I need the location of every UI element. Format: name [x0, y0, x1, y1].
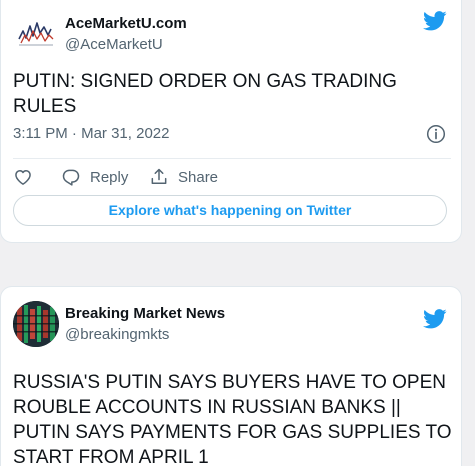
reply-label: Reply: [90, 168, 129, 186]
tweet-header[interactable]: AceMarketU.com @AceMarketU: [13, 11, 187, 57]
share-button[interactable]: Share: [149, 167, 218, 187]
tweet-text: PUTIN: SIGNED ORDER ON GAS TRADING RULES: [13, 71, 397, 117]
heart-icon: [15, 170, 31, 185]
tweet-actions: Reply Share: [13, 167, 218, 187]
author-display-name[interactable]: Breaking Market News: [65, 304, 225, 324]
author-display-name[interactable]: AceMarketU.com: [65, 14, 187, 34]
tweet-header[interactable]: Breaking Market News @breakingmkts: [13, 301, 225, 347]
explore-twitter-button[interactable]: Explore what's happening on Twitter: [13, 195, 447, 226]
embedded-tweets-page: AceMarketU.com @AceMarketU PUTIN: SIGNED…: [0, 0, 475, 466]
reply-button[interactable]: Reply: [61, 167, 149, 187]
tweet-text: RUSSIA'S PUTIN SAYS BUYERS HAVE TO OPEN …: [13, 372, 452, 466]
avatar[interactable]: [13, 301, 59, 347]
tweet-timestamp[interactable]: 3:11 PM · Mar 31, 2022: [13, 125, 169, 142]
divider: [13, 158, 451, 159]
reply-icon: [62, 169, 80, 186]
tweet-card[interactable]: Breaking Market News @breakingmkts RUSSI…: [0, 286, 462, 466]
like-button[interactable]: [13, 167, 61, 187]
author-names: AceMarketU.com @AceMarketU: [65, 14, 187, 55]
author-handle[interactable]: @breakingmkts: [65, 325, 225, 345]
twitter-bird-icon[interactable]: [423, 11, 447, 31]
info-icon[interactable]: [426, 124, 446, 144]
tweet-card[interactable]: AceMarketU.com @AceMarketU PUTIN: SIGNED…: [0, 0, 462, 243]
twitter-bird-icon[interactable]: [423, 309, 447, 329]
author-handle[interactable]: @AceMarketU: [65, 35, 187, 55]
stock-board-photo-icon: [13, 301, 59, 347]
share-label: Share: [178, 168, 219, 186]
share-icon: [151, 168, 167, 184]
author-names: Breaking Market News @breakingmkts: [65, 304, 225, 345]
avatar[interactable]: [13, 11, 59, 57]
acemarketu-logo-icon: [18, 22, 54, 46]
card-separator: [0, 256, 475, 282]
